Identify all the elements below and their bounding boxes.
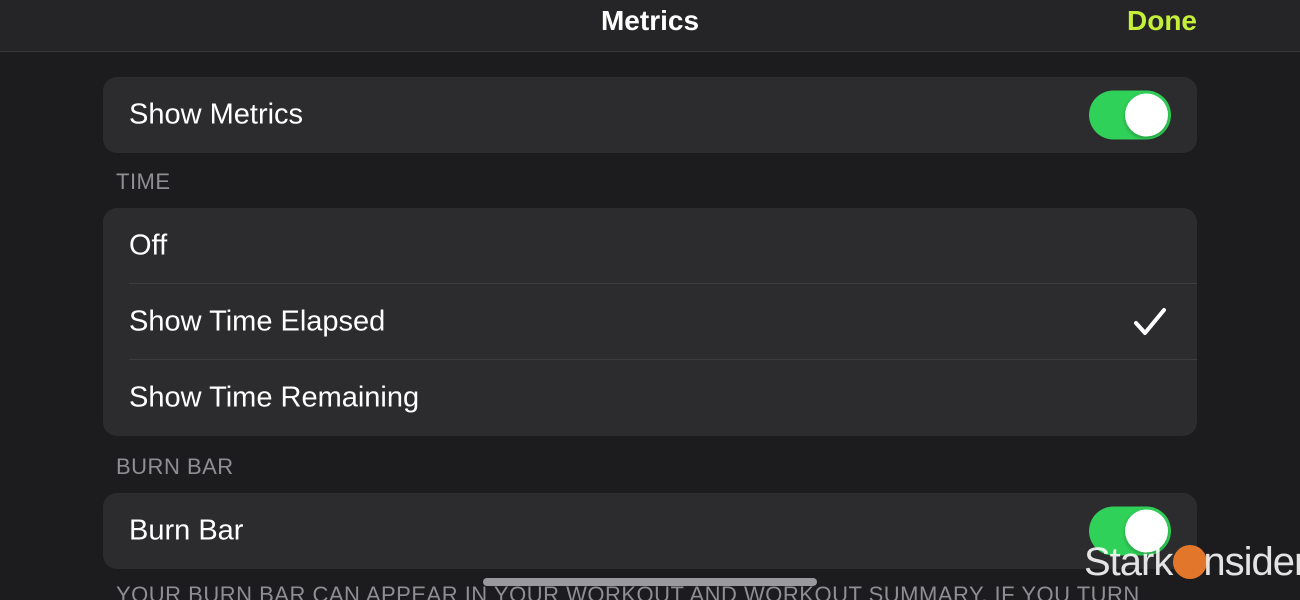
time-option-elapsed[interactable]: Show Time Elapsed <box>103 284 1197 360</box>
time-option-label: Show Time Remaining <box>129 381 420 414</box>
watermark-text-start: Stark <box>1084 540 1173 584</box>
home-indicator[interactable] <box>483 578 817 586</box>
show-metrics-toggle[interactable] <box>1089 90 1171 140</box>
show-metrics-group: Show Metrics <box>103 77 1197 153</box>
burn-bar-group: Burn Bar <box>103 493 1197 569</box>
time-option-off[interactable]: Off <box>103 208 1197 284</box>
burn-bar-label: Burn Bar <box>129 514 244 547</box>
time-option-remaining[interactable]: Show Time Remaining <box>103 360 1197 436</box>
burn-bar-section-header: BURN BAR <box>116 454 234 479</box>
done-button[interactable]: Done <box>1127 5 1197 37</box>
toggle-knob <box>1125 93 1168 137</box>
time-option-label: Show Time Elapsed <box>129 305 386 338</box>
show-metrics-label: Show Metrics <box>129 98 304 131</box>
time-section-header: TIME <box>116 169 171 194</box>
navigation-bar: Metrics Done <box>0 0 1300 52</box>
watermark-logo: Stark nsider <box>1084 540 1300 585</box>
show-metrics-row: Show Metrics <box>103 77 1197 153</box>
checkmark-icon <box>1134 308 1166 335</box>
page-title: Metrics <box>600 5 700 36</box>
time-options-group: Off Show Time Elapsed Show Time Remainin… <box>103 208 1197 436</box>
time-option-label: Off <box>129 229 168 262</box>
watermark-text-end: nsider <box>1203 540 1300 584</box>
metrics-screen: Metrics Done Show Metrics TIME Off Show … <box>0 0 1300 600</box>
burn-bar-row: Burn Bar <box>103 493 1197 569</box>
